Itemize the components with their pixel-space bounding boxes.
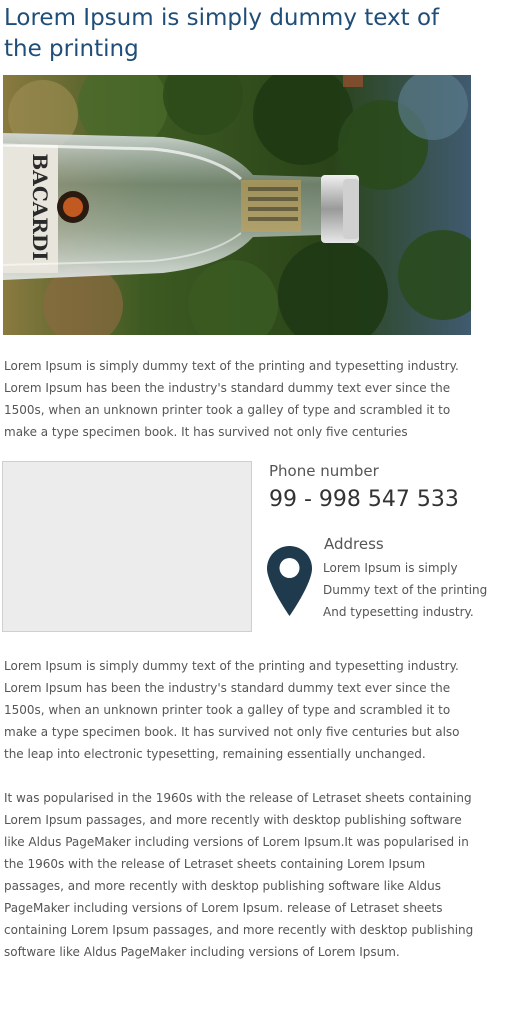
map-placeholder[interactable]: [2, 461, 252, 632]
body-paragraph-2: It was popularised in the 1960s with the…: [4, 791, 474, 959]
page-title: Lorem Ipsum is simply dummy text of the …: [4, 5, 440, 62]
phone-number: 99 - 998 547 533: [269, 487, 459, 512]
address-line: Lorem Ipsum is simply: [323, 561, 458, 575]
bottle-label-text: BACARDI: [28, 153, 52, 260]
address-line: Dummy text of the printing: [323, 583, 488, 597]
address-label: Address: [324, 535, 384, 553]
phone-label: Phone number: [269, 462, 379, 480]
intro-paragraph: Lorem Ipsum is simply dummy text of the …: [4, 359, 459, 439]
hero-image: BACARDI: [3, 75, 471, 335]
body-paragraph-1: Lorem Ipsum is simply dummy text of the …: [4, 659, 460, 761]
location-pin-icon: [267, 546, 312, 616]
address-text: Lorem Ipsum is simply Dummy text of the …: [323, 557, 498, 623]
address-line: And typesetting industry.: [323, 605, 474, 619]
